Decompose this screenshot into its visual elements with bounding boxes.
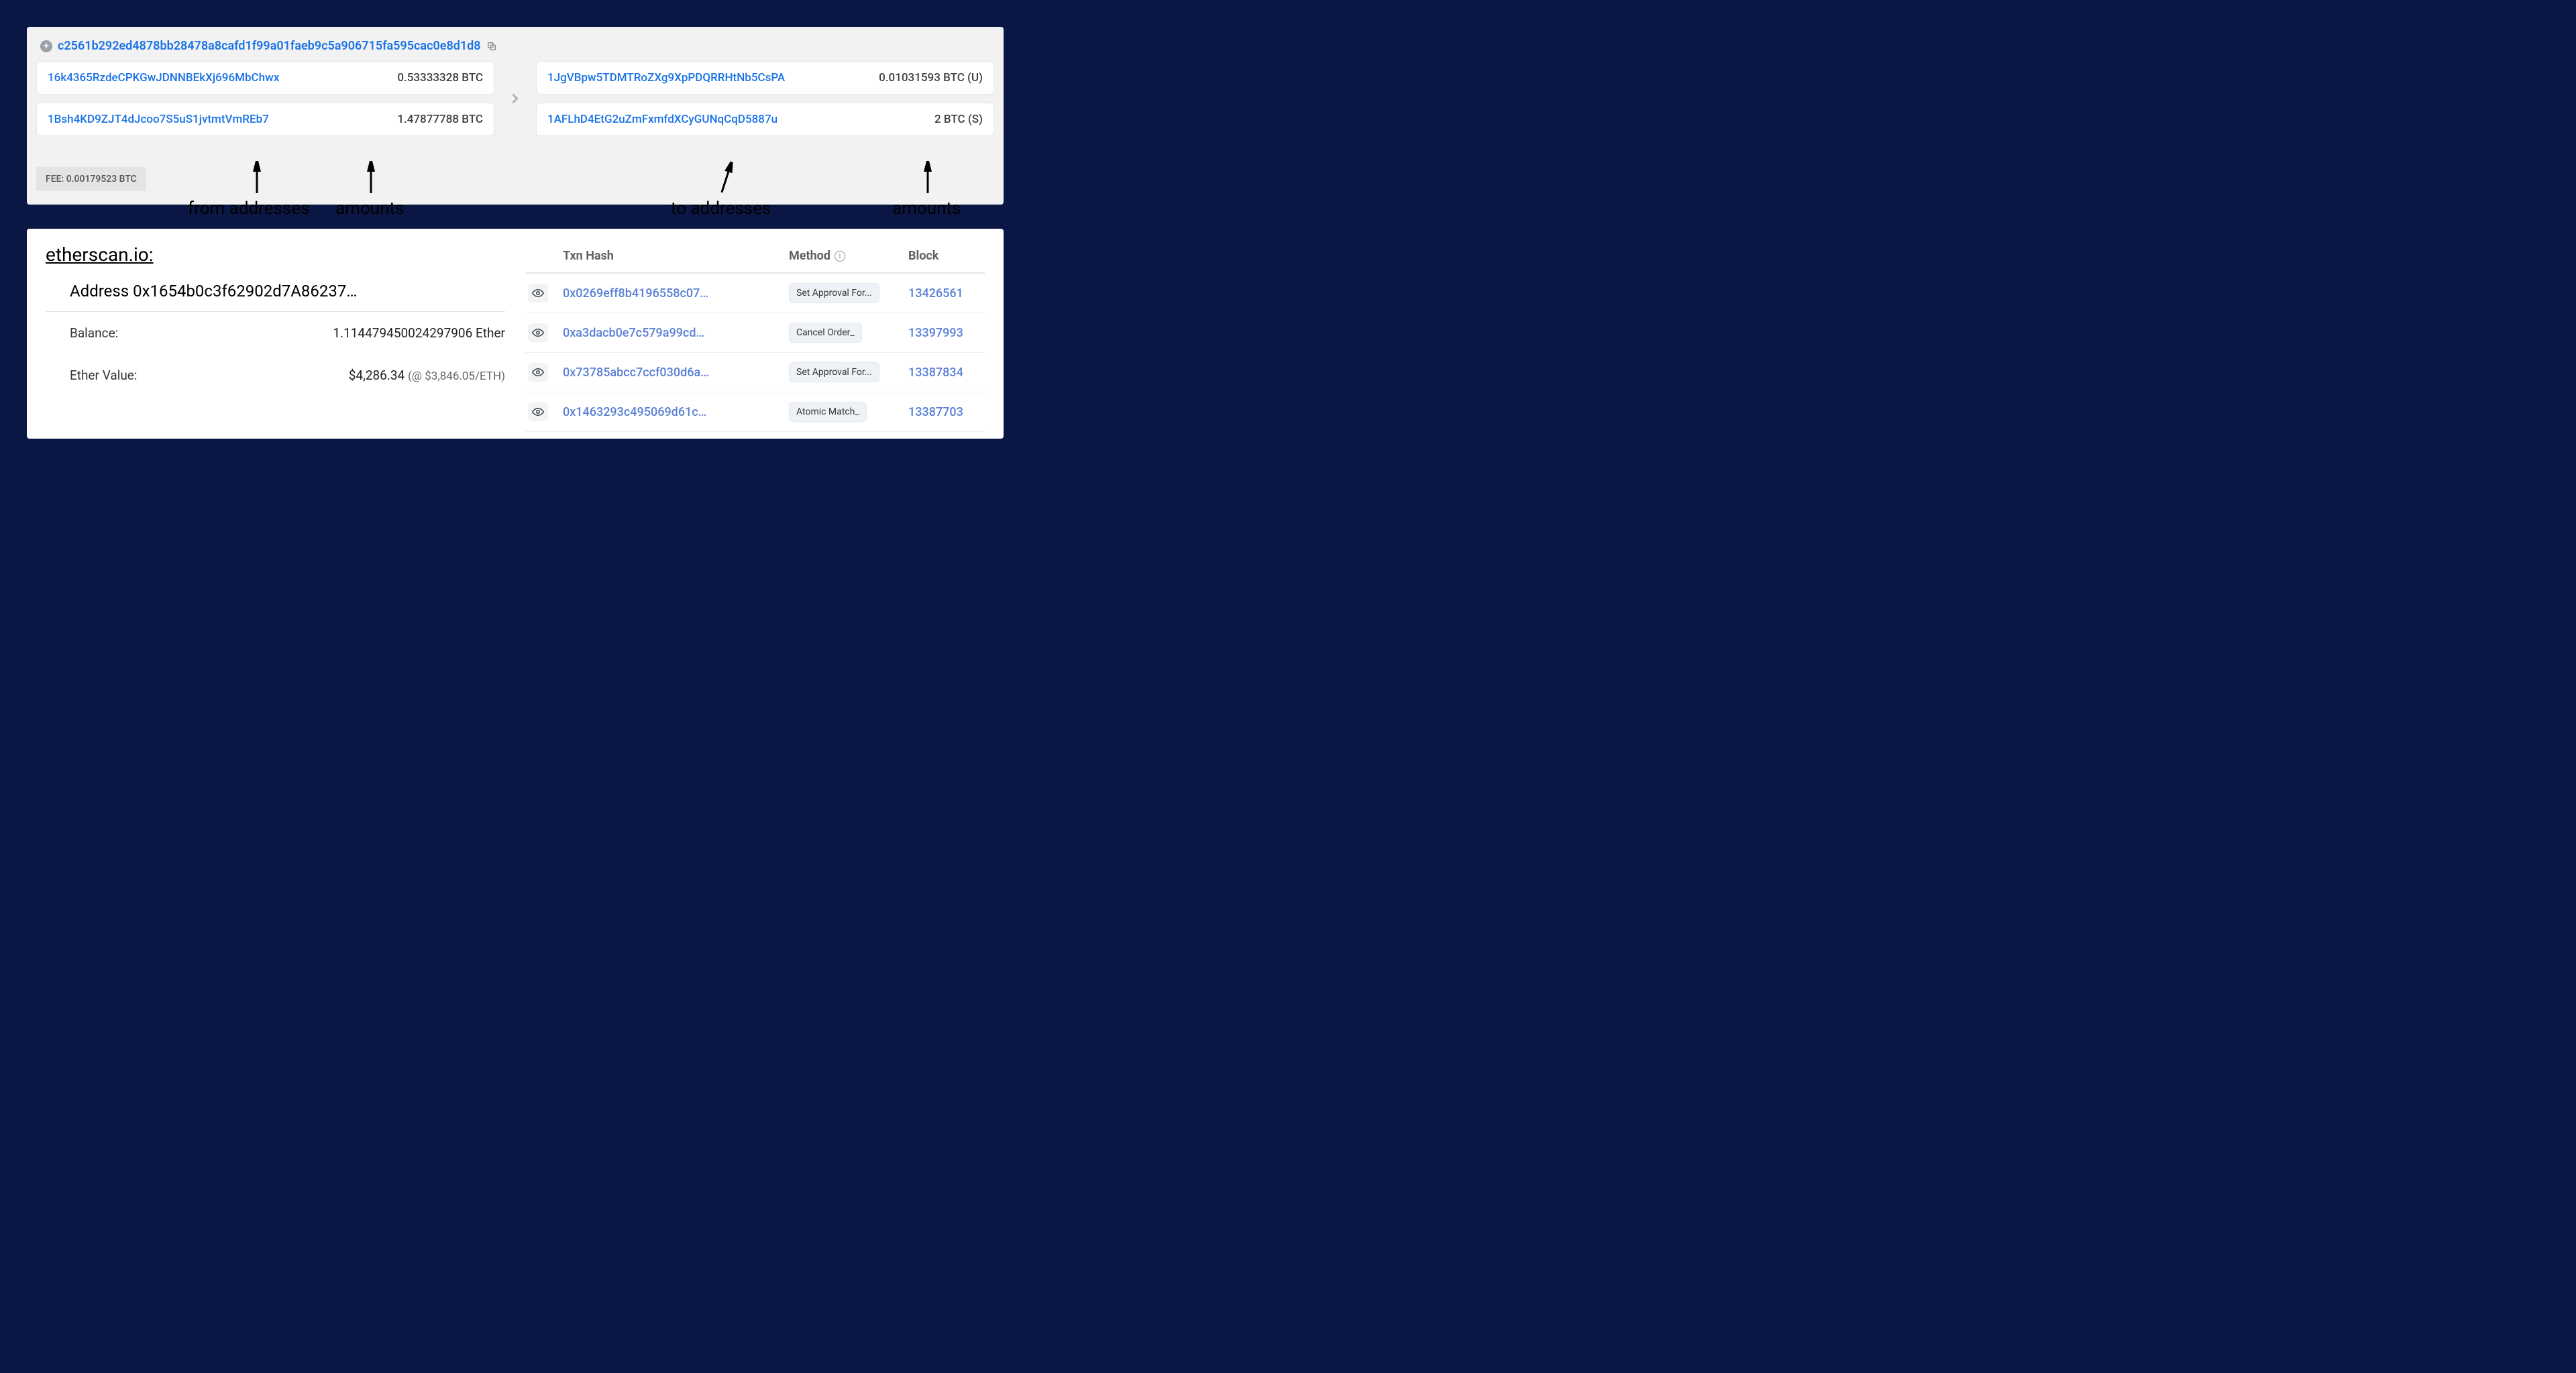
- fee-row: FEE: 0.00179523 BTC: [36, 167, 994, 191]
- output-address-link[interactable]: 1AFLhD4EtG2uZmFxmfdXCyGUNqCqD5887u: [547, 113, 777, 126]
- ether-value-rate: (@ $3,846.05/ETH): [408, 370, 505, 383]
- ether-value-label: Ether Value:: [70, 368, 137, 383]
- tx-hash-row: + c2561b292ed4878bb28478a8cafd1f99a01fae…: [36, 35, 994, 61]
- eye-icon[interactable]: [528, 402, 548, 421]
- tx-outputs-column: 1JgVBpw5TDMTRoZXg9XpPDQRRHtNb5CsPA 0.010…: [536, 61, 994, 136]
- header-method-label: Method: [789, 249, 830, 263]
- output-address-link[interactable]: 1JgVBpw5TDMTRoZXg9XpPDQRRHtNb5CsPA: [547, 71, 785, 85]
- block-link[interactable]: 13397993: [908, 326, 982, 340]
- tx-input-row: 16k4365RzdeCPKGwJDNNBEkXj696MbChwx 0.533…: [36, 61, 494, 95]
- output-amount: 0.01031593 BTC (U): [879, 71, 983, 85]
- btc-transaction-panel: + c2561b292ed4878bb28478a8cafd1f99a01fae…: [27, 27, 1004, 205]
- header-block[interactable]: Block: [908, 249, 982, 263]
- transaction-table: Txn Hash Method i Block 0x0269eff8b41965…: [525, 243, 985, 432]
- method-pill: Set Approval For...: [789, 283, 879, 303]
- tx-output-row: 1JgVBpw5TDMTRoZXg9XpPDQRRHtNb5CsPA 0.010…: [536, 61, 994, 95]
- ether-value-row: Ether Value: $4,286.34 (@ $3,846.05/ETH): [70, 354, 505, 396]
- input-address-link[interactable]: 1Bsh4KD9ZJT4dJcoo7S5uS1jvtmtVmREb7: [48, 113, 269, 126]
- annotation-amounts-left: amounts: [335, 199, 404, 219]
- method-pill: Cancel Order_: [789, 323, 862, 343]
- etherscan-title: etherscan.io:: [46, 243, 505, 266]
- info-icon[interactable]: i: [835, 251, 845, 262]
- balance-value: 1.114479450024297906 Ether: [333, 325, 505, 341]
- output-amount: 2 BTC (S): [934, 113, 983, 126]
- method-pill: Set Approval For...: [789, 362, 879, 382]
- expand-icon[interactable]: +: [40, 40, 52, 52]
- chevron-right-icon: [498, 91, 532, 106]
- etherscan-left: etherscan.io: Address 0x1654b0c3f62902d7…: [46, 243, 505, 432]
- eye-icon[interactable]: [528, 323, 548, 342]
- fee-badge: FEE: 0.00179523 BTC: [36, 167, 146, 191]
- table-row: 0x73785abcc7ccf030d6a… Set Approval For.…: [525, 353, 985, 392]
- header-txn-hash[interactable]: Txn Hash: [563, 249, 784, 263]
- tx-input-row: 1Bsh4KD9ZJT4dJcoo7S5uS1jvtmtVmREb7 1.478…: [36, 103, 494, 136]
- tx-inputs-column: 16k4365RzdeCPKGwJDNNBEkXj696MbChwx 0.533…: [36, 61, 494, 136]
- ether-value-amount: $4,286.34: [349, 368, 405, 383]
- input-address-link[interactable]: 16k4365RzdeCPKGwJDNNBEkXj696MbChwx: [48, 71, 279, 85]
- etherscan-panel: etherscan.io: Address 0x1654b0c3f62902d7…: [27, 229, 1004, 439]
- block-link[interactable]: 13387703: [908, 405, 982, 419]
- txn-hash-link[interactable]: 0x0269eff8b4196558c07…: [563, 286, 784, 300]
- tx-hash-link[interactable]: c2561b292ed4878bb28478a8cafd1f99a01faeb9…: [58, 39, 481, 53]
- ether-value-value: $4,286.34 (@ $3,846.05/ETH): [349, 368, 505, 383]
- eye-icon[interactable]: [528, 284, 548, 303]
- balance-label: Balance:: [70, 325, 118, 341]
- method-pill: Atomic Match_: [789, 402, 867, 422]
- annotation-from-addresses: from addresses: [188, 199, 310, 219]
- txn-table-header: Txn Hash Method i Block: [525, 243, 985, 274]
- txn-hash-link[interactable]: 0x73785abcc7ccf030d6a…: [563, 366, 784, 380]
- tx-body: 16k4365RzdeCPKGwJDNNBEkXj696MbChwx 0.533…: [36, 61, 994, 136]
- eye-icon[interactable]: [528, 363, 548, 382]
- header-method[interactable]: Method i: [789, 249, 903, 263]
- copy-icon[interactable]: [486, 41, 497, 52]
- input-amount: 1.47877788 BTC: [397, 113, 483, 126]
- table-row: 0xa3dacb0e7c579a99cd… Cancel Order_ 1339…: [525, 313, 985, 353]
- table-row: 0x1463293c495069d61c… Atomic Match_ 1338…: [525, 392, 985, 432]
- eth-address-heading: Address 0x1654b0c3f62902d7A86237…: [46, 282, 505, 312]
- table-row: 0x0269eff8b4196558c07… Set Approval For.…: [525, 274, 985, 313]
- input-amount: 0.53333328 BTC: [397, 71, 483, 85]
- block-link[interactable]: 13426561: [908, 286, 982, 300]
- block-link[interactable]: 13387834: [908, 366, 982, 380]
- annotation-to-addresses: to addresses: [671, 199, 771, 219]
- annotation-amounts-right: amounts: [892, 199, 961, 219]
- tx-output-row: 1AFLhD4EtG2uZmFxmfdXCyGUNqCqD5887u 2 BTC…: [536, 103, 994, 136]
- txn-hash-link[interactable]: 0xa3dacb0e7c579a99cd…: [563, 326, 784, 340]
- txn-hash-link[interactable]: 0x1463293c495069d61c…: [563, 405, 784, 419]
- balance-row: Balance: 1.114479450024297906 Ether: [70, 312, 505, 354]
